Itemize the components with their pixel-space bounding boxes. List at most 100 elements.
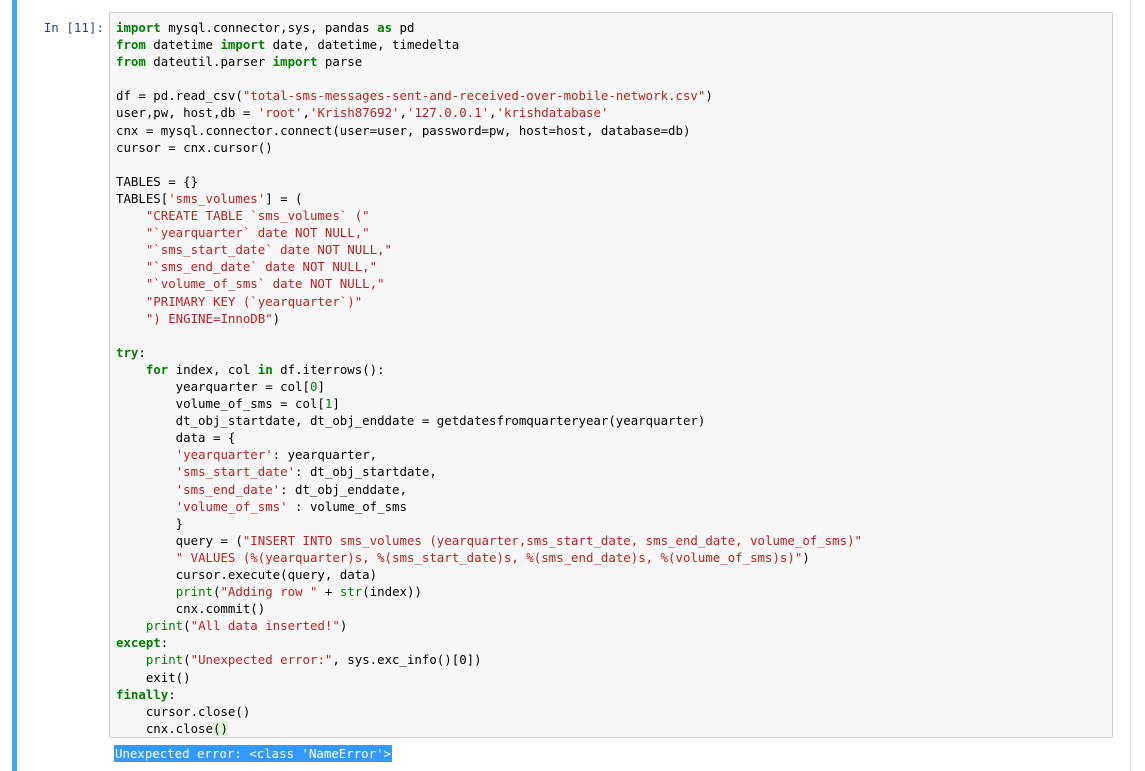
- code-token-plain: (: [183, 618, 191, 634]
- code-line: cursor.close(): [116, 703, 862, 720]
- code-token-plain: TABLES = {}: [116, 173, 199, 189]
- code-line: " VALUES (%(yearquarter)s, %(sms_start_d…: [116, 549, 862, 566]
- code-token-plain: TABLES[: [116, 190, 169, 206]
- code-token-str: "`sms_end_date` date NOT NULL,": [145, 259, 378, 275]
- code-token-plain: dateutil.parser: [145, 54, 273, 70]
- code-token-kw: import: [116, 20, 161, 35]
- code-token-plain: (index)): [362, 584, 422, 600]
- code-token-plain: df = pd.read_csv(: [116, 88, 243, 104]
- code-token-plain: ,: [399, 105, 407, 121]
- code-token-str: 'sms_volumes': [168, 190, 266, 206]
- code-line: cursor.execute(query, data): [116, 566, 862, 583]
- code-line: cnx = mysql.connector.connect(user=user,…: [116, 122, 862, 139]
- code-token-str: 'krishdatabase': [496, 105, 609, 121]
- code-token-str: " VALUES (%(yearquarter)s, %(sms_start_d…: [175, 549, 803, 565]
- code-line: print("All data inserted!"): [116, 617, 862, 634]
- code-token-plain: mysql.connector,sys, pandas: [160, 20, 378, 35]
- code-token-plain: cnx.commit(): [116, 601, 266, 617]
- code-token-plain: ): [802, 549, 810, 565]
- code-token-plain: volume_of_sms = col[: [116, 396, 325, 412]
- output-error-text[interactable]: Unexpected error: <class 'NameError'>: [114, 745, 393, 762]
- code-token-plain: index, col: [168, 361, 258, 377]
- code-line: 'yearquarter': yearquarter,: [116, 446, 862, 463]
- code-line: 'sms_end_date': dt_obj_enddate,: [116, 481, 862, 498]
- code-line: "`sms_start_date` date NOT NULL,": [116, 241, 862, 258]
- code-token-plain: exit(): [116, 669, 191, 685]
- input-prompt: In [11]:: [43, 20, 104, 35]
- code-token-str: 'yearquarter': [175, 447, 273, 463]
- code-token-str: ") ENGINE=InnoDB": [145, 310, 273, 326]
- page-scrollbar[interactable]: [1130, 0, 1145, 771]
- code-line: ​: [116, 327, 862, 344]
- code-token-str: "Unexpected error:": [190, 652, 333, 668]
- code-line: from dateutil.parser import parse: [116, 53, 862, 70]
- code-token-str: "total-sms-messages-sent-and-received-ov…: [242, 88, 706, 104]
- code-line: df = pd.read_csv("total-sms-messages-sen…: [116, 87, 862, 104]
- code-token-num: print: [145, 652, 184, 668]
- code-line: data = {: [116, 429, 862, 446]
- code-line: for index, col in df.iterrows():: [116, 361, 862, 378]
- code-line: cnx.close(): [116, 720, 862, 737]
- code-line: volume_of_sms = col[1]: [116, 395, 862, 412]
- code-token-plain: :: [168, 686, 176, 702]
- code-token-kw: in: [257, 361, 273, 377]
- code-line: import mysql.connector,sys, pandas as pd: [116, 19, 862, 36]
- code-token-plain: :: [160, 635, 169, 651]
- code-token-kw: finally: [116, 686, 169, 702]
- code-token-kw: try: [116, 344, 139, 360]
- code-token-kw: import: [220, 37, 266, 53]
- code-line: }: [116, 515, 862, 532]
- code-token-plain: : yearquarter,: [272, 447, 378, 463]
- code-token-kw: as: [377, 20, 393, 35]
- code-token-plain: ,: [489, 105, 497, 121]
- code-editor[interactable]: import mysql.connector,sys, pandas as pd…: [109, 12, 1113, 738]
- code-line: "CREATE TABLE `sms_volumes` (": [116, 207, 862, 224]
- code-token-plain: data = {: [116, 430, 236, 446]
- code-token-plain: cnx.close: [116, 720, 213, 736]
- code-token-plain: }: [116, 515, 184, 531]
- code-line: cnx.commit(): [116, 600, 862, 617]
- code-token-str: '127.0.0.1': [406, 105, 490, 121]
- code-line: exit(): [116, 669, 862, 686]
- code-line: try:: [116, 344, 862, 361]
- code-token-str: "Adding row ": [220, 584, 318, 600]
- code-line: ​: [116, 70, 862, 87]
- code-line: from datetime import date, datetime, tim…: [116, 36, 862, 53]
- code-token-plain: query = (: [116, 532, 243, 548]
- code-token-plain: ): [705, 88, 713, 104]
- code-token-plain: ] = (: [265, 190, 303, 206]
- code-token-plain: (: [183, 652, 191, 668]
- code-token-str: 'sms_start_date': [175, 464, 296, 480]
- code-token-plain: : volume_of_sms: [287, 498, 407, 514]
- code-token-plain: ): [339, 618, 348, 634]
- code-token-plain: ]: [332, 396, 340, 412]
- code-token-plain: date, datetime, timedelta: [265, 37, 460, 53]
- code-token-str: "CREATE TABLE `sms_volumes` (": [145, 208, 370, 224]
- cell-selected-indicator: [12, 0, 17, 771]
- code-token-plain: ]: [317, 378, 325, 394]
- code-token-kw: import: [272, 54, 318, 70]
- code-text[interactable]: import mysql.connector,sys, pandas as pd…: [116, 19, 862, 737]
- code-token-plain: : dt_obj_enddate,: [280, 481, 407, 497]
- code-token-plain: cursor.execute(query, data): [116, 567, 378, 582]
- code-token-str: "All data inserted!": [190, 618, 340, 634]
- code-line: ") ENGINE=InnoDB"): [116, 310, 862, 327]
- code-token-plain: , sys.exc_info()[0]): [332, 652, 482, 668]
- code-line: user,pw, host,db = 'root','Krish87692','…: [116, 104, 862, 121]
- code-token-plain: dt_obj_startdate, dt_obj_enddate = getda…: [116, 413, 706, 429]
- code-token-str: "`sms_start_date` date NOT NULL,": [145, 242, 393, 258]
- code-token-plain: cnx = mysql.connector.connect(user=user,…: [116, 122, 691, 138]
- code-line: TABLES = {}: [116, 173, 862, 190]
- code-line: "PRIMARY KEY (`yearquarter`)": [116, 293, 862, 310]
